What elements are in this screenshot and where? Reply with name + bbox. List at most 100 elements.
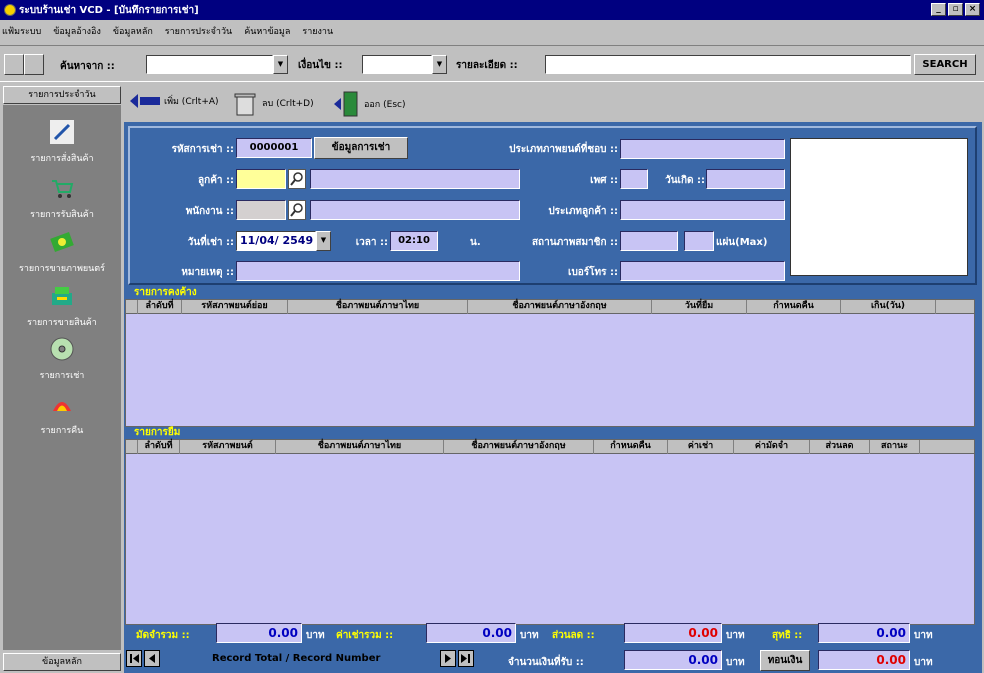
return-icon [53,402,71,411]
sex-field[interactable] [620,169,648,189]
delete-button[interactable]: ลบ (Crlt+D) [232,90,314,116]
trash-icon [234,93,256,116]
pen-icon [50,120,74,144]
col-header[interactable]: กำหนดคืน [747,300,841,314]
sidebar-item-rent[interactable]: รายการเช่า [3,336,121,382]
rent-id-field[interactable]: 0000001 [236,138,312,158]
col-header[interactable]: ชื่อภาพยนต์ภาษาไทย [288,300,468,314]
exit-button[interactable]: ออก (Esc) [332,90,405,118]
customer-field[interactable] [236,169,286,189]
last-record-button[interactable] [458,650,474,667]
add-button[interactable]: เพิ่ม (Crlt+A) [130,90,219,112]
col-header[interactable]: กำหนดคืน [594,440,668,454]
row-selector [126,300,138,314]
search-from-select[interactable] [146,55,273,74]
outstanding-grid[interactable]: ลำดับที่ รหัสภาพยนต์ย่อย ชื่อภาพยนต์ภาษา… [125,299,975,427]
menu-search[interactable]: ค้นหาข้อมูล [244,24,290,38]
customer-lookup-button[interactable] [288,169,306,189]
time-field[interactable]: 02:10 [390,231,438,251]
member-status-field[interactable] [620,231,678,251]
col-header[interactable]: รหัสภาพยนต์ย่อย [182,300,288,314]
customer-label: ลูกค้า :: [198,175,234,186]
condition-select[interactable] [362,55,432,74]
unit-label: บาท [306,630,325,641]
borrow-grid[interactable]: ลำดับที่ รหัสภาพยนต์ ชื่อภาพยนต์ภาษาไทย … [125,439,975,625]
restore-button[interactable]: ▫ [948,3,963,16]
prev-record-button[interactable] [144,650,160,667]
sidebar-footer[interactable]: ข้อมูลหลัก [3,653,121,671]
delete-label: ลบ (Crlt+D) [262,99,314,109]
sidebar-item-return[interactable]: รายการคืน [3,391,121,437]
menu-daily[interactable]: รายการประจำวัน [165,24,232,38]
chevron-down-icon[interactable]: ▼ [432,55,447,74]
col-header[interactable]: ชื่อภาพยนต์ภาษาอังกฤษ [468,300,652,314]
minimize-button[interactable]: _ [931,3,946,16]
search-button[interactable]: SEARCH [914,54,976,75]
sidebar-item-sell-movie[interactable]: รายการขายภาพยนตร์ [3,229,121,275]
col-header[interactable]: ค่าเช่า [668,440,734,454]
col-header[interactable]: ลำดับที่ [138,300,182,314]
search-panel-toggle[interactable] [4,54,24,75]
col-header[interactable]: เกิน(วัน) [841,300,936,314]
close-button[interactable]: × [965,3,980,16]
menu-master-data[interactable]: ข้อมูลหลัก [113,24,153,38]
sidebar-item-sell-goods[interactable]: รายการขายสินค้า [3,283,121,329]
col-header[interactable]: สถานะ [870,440,920,454]
money-icon [50,232,74,252]
col-header[interactable]: ส่วนลด [810,440,870,454]
sidebar-item-receive[interactable]: รายการรับสินค้า [3,175,121,221]
chevron-down-icon[interactable]: ▼ [273,55,288,74]
rent-info-button[interactable]: ข้อมูลการเช่า [314,137,408,159]
date-picker[interactable]: 11/04/ 2549 [236,231,316,251]
received-value[interactable]: 0.00 [624,650,722,670]
col-header[interactable]: ค่ามัดจำ [734,440,810,454]
time-unit: น. [470,237,481,248]
col-header[interactable]: ชื่อภาพยนต์ภาษาไทย [276,440,444,454]
cd-icon [50,337,74,361]
movie-type-field[interactable] [620,139,785,159]
note-field[interactable] [236,261,520,281]
menu-reference[interactable]: ข้อมูลอ้างอิง [53,24,101,38]
birthday-field[interactable] [706,169,785,189]
max-label: แผ่น(Max) [716,237,768,248]
menu-bar: แฟ้มระบบ ข้อมูลอ้างอิง ข้อมูลหลัก รายการ… [0,20,984,42]
col-header[interactable]: วันที่ยืม [652,300,747,314]
phone-field[interactable] [620,261,785,281]
employee-lookup-button[interactable] [288,200,306,220]
rent-id-label: รหัสการเช่า :: [171,144,234,155]
col-header[interactable]: ชื่อภาพยนต์ภาษาอังกฤษ [444,440,594,454]
sidebar-header: รายการประจำวัน [3,86,121,104]
rent-total-label: ค่าเช่ารวม :: [336,630,394,641]
outstanding-title: รายการคงค้าง [124,287,982,298]
row-selector [126,440,138,454]
first-record-button[interactable] [126,650,142,667]
borrow-title: รายการยืม [124,427,982,438]
detail-input[interactable] [545,55,911,74]
menu-file[interactable]: แฟ้มระบบ [2,24,41,38]
detail-label: รายละเอียด :: [456,60,518,71]
received-label: จำนวนเงินที่รับ :: [508,657,584,668]
search-panel-toggle-2[interactable] [24,54,44,75]
customer-type-field[interactable] [620,200,785,220]
employee-field[interactable] [236,200,286,220]
discount-label: ส่วนลด :: [552,630,595,641]
customer-type-label: ประเภทลูกค้า :: [548,206,618,217]
next-record-button[interactable] [440,650,456,667]
col-header[interactable]: ลำดับที่ [138,440,180,454]
chevron-down-icon[interactable]: ▼ [316,231,331,251]
menu-report[interactable]: รายงาน [302,24,333,38]
employee-name-field[interactable] [310,200,520,220]
sidebar-item-order[interactable]: รายการสั่งสินค้า [3,119,121,165]
window-title: ระบบร้านเช่า VCD - [บันทึกรายการเช่า] [19,4,199,16]
rent-total-value: 0.00 [426,623,516,643]
max-field[interactable] [684,231,714,251]
unit-label: บาท [914,657,933,668]
discount-value: 0.00 [624,623,722,643]
date-label: วันที่เช่า :: [187,237,234,248]
cart-icon [52,180,74,198]
change-button[interactable]: ทอนเงิน [760,650,810,671]
sidebar-item-label: รายการคืน [40,426,84,436]
customer-name-field[interactable] [310,169,520,189]
col-header[interactable]: รหัสภาพยนต์ [180,440,276,454]
sidebar-item-label: รายการรับสินค้า [30,210,94,220]
